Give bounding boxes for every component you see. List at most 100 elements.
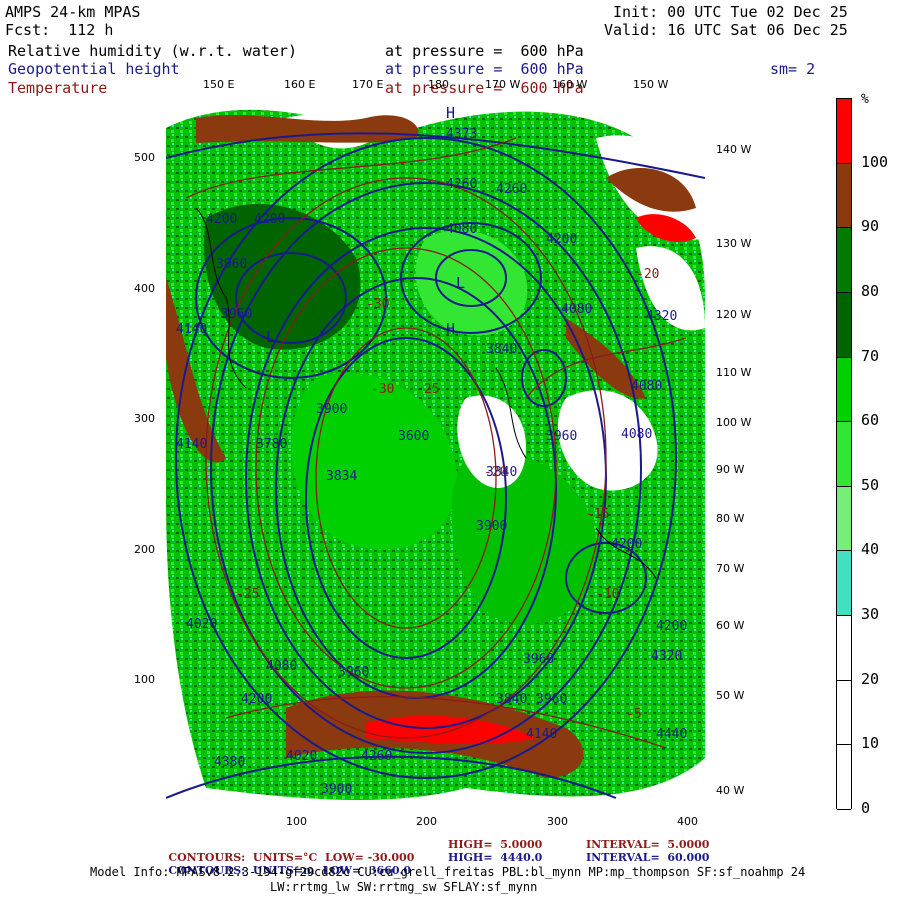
rh-map: 4373 4260 4200 4200 4080 4260 4200 3960 …: [166, 98, 705, 809]
height-label: 4320: [651, 649, 682, 664]
x-tick: 200: [416, 815, 437, 828]
height-label: 4260: [496, 182, 527, 197]
temp-label: -5: [626, 707, 642, 722]
colorbar-tick: 100: [861, 152, 889, 171]
y-tick: 300: [134, 412, 155, 425]
height-label: 4080: [631, 379, 662, 394]
top-lon-label: 160 W: [552, 78, 588, 91]
height-label: 3900: [316, 402, 347, 417]
colorbar-tick: 20: [861, 669, 880, 688]
height-label: 4200: [546, 232, 577, 247]
weather-map-page: AMPS 24-km MPAS Fcst: 112 h Init: 00 UTC…: [0, 0, 900, 900]
x-tick: 300: [547, 815, 568, 828]
temp-label: -25: [236, 587, 259, 602]
temp-contour-interval: INTERVAL= 5.0000: [586, 838, 710, 851]
height-label: 4080: [266, 659, 297, 674]
height-contour-interval: INTERVAL= 60.000: [586, 851, 710, 864]
temp-label: -20: [636, 267, 659, 282]
temp-label: -15: [586, 507, 609, 522]
smoothing-label: sm= 2: [770, 60, 816, 78]
height-label: 3960: [536, 692, 567, 707]
height-label: 3840: [496, 692, 527, 707]
height-label: 4260: [361, 749, 392, 764]
y-tick: 400: [134, 282, 155, 295]
colorbar-unit: %: [861, 92, 869, 107]
temp-label: -10: [596, 587, 619, 602]
colorbar-band: [837, 163, 851, 229]
field-height-name: Geopotential height: [8, 60, 180, 78]
colorbar-tick: 60: [861, 411, 880, 430]
right-lon-label: 70 W: [716, 562, 745, 575]
colorbar-tick: 80: [861, 281, 880, 300]
height-label: 3600: [398, 429, 429, 444]
colorbar-band: [837, 616, 851, 681]
top-lon-label: 150 E: [203, 78, 235, 91]
colorbar-tick: 10: [861, 734, 880, 753]
height-label: 4140: [176, 437, 207, 452]
right-lon-label: 140 W: [716, 143, 752, 156]
colorbar-band: [837, 680, 851, 746]
model-title: AMPS 24-km MPAS: [5, 3, 141, 21]
height-label: 4440: [656, 727, 687, 742]
y-tick: 200: [134, 543, 155, 556]
colorbar-tick: 70: [861, 346, 880, 365]
top-lon-label: 160 E: [284, 78, 316, 91]
colorbar-tick: 40: [861, 540, 880, 559]
temp-contour-high: HIGH= 5.0000: [448, 838, 543, 851]
x-tick: 100: [286, 815, 307, 828]
height-label: 4080: [621, 427, 652, 442]
right-lon-label: 90 W: [716, 463, 745, 476]
y-tick: 500: [134, 151, 155, 164]
height-label: 4260: [446, 177, 477, 192]
height-label: 3780: [256, 437, 287, 452]
temp-label: -25: [416, 382, 439, 397]
right-lon-label: 60 W: [716, 619, 745, 632]
height-label: 4373: [446, 127, 477, 142]
colorbar-band: [837, 745, 851, 810]
height-label: 4200: [611, 537, 642, 552]
colorbar-tick: 0: [861, 799, 871, 817]
high-marker: H: [446, 320, 455, 338]
height-label: 4200: [656, 619, 687, 634]
right-lon-label: 120 W: [716, 308, 752, 321]
x-tick: 400: [677, 815, 698, 828]
init-time: Init: 00 UTC Tue 02 Dec 25: [613, 3, 848, 21]
height-label: 3834: [326, 469, 357, 484]
top-lon-label: 170 E: [352, 78, 384, 91]
model-info-2: LW:rrtmg_lw SW:rrtmg_sw SFLAY:sf_mynn: [270, 880, 538, 894]
colorbar-band: [837, 292, 851, 358]
right-lon-label: 80 W: [716, 512, 745, 525]
colorbar-tick: 90: [861, 217, 880, 236]
field-rh-level: at pressure = 600 hPa: [385, 42, 584, 60]
top-lon-label: 150 W: [633, 78, 669, 91]
model-info: Model Info: MPASv8.2.3-194-gf29cd82c CU:…: [90, 865, 806, 879]
right-lon-label: 100 W: [716, 416, 752, 429]
height-label: 4380: [214, 755, 245, 770]
height-label: 4080: [561, 302, 592, 317]
field-rh-name: Relative humidity (w.r.t. water): [8, 42, 297, 60]
colorbar-tick: 30: [861, 605, 880, 624]
colorbar-band: [837, 551, 851, 617]
colorbar: [836, 98, 852, 810]
height-label: 4320: [646, 309, 677, 324]
colorbar-band: [837, 486, 851, 552]
forecast-hour: Fcst: 112 h: [5, 21, 114, 39]
high-marker: H: [446, 104, 455, 122]
height-label: 3900: [476, 519, 507, 534]
colorbar-band: [837, 228, 851, 293]
height-label: 3960: [221, 307, 252, 322]
height-label: 4020: [186, 617, 217, 632]
height-label: 4200: [254, 212, 285, 227]
height-label: 3960: [523, 652, 554, 667]
height-label: 4140: [526, 727, 557, 742]
height-label: 3900: [321, 782, 352, 797]
valid-time: Valid: 16 UTC Sat 06 Dec 25: [604, 21, 848, 39]
temp-label: -30: [371, 382, 394, 397]
height-label: 4140: [176, 322, 207, 337]
field-height-level: at pressure = 600 hPa: [385, 60, 584, 78]
height-contour-high: HIGH= 4440.0: [448, 851, 543, 864]
temp-label: -20: [484, 465, 507, 480]
temp-label: -30: [366, 297, 389, 312]
colorbar-band: [837, 357, 851, 423]
low-marker: L: [266, 328, 275, 346]
